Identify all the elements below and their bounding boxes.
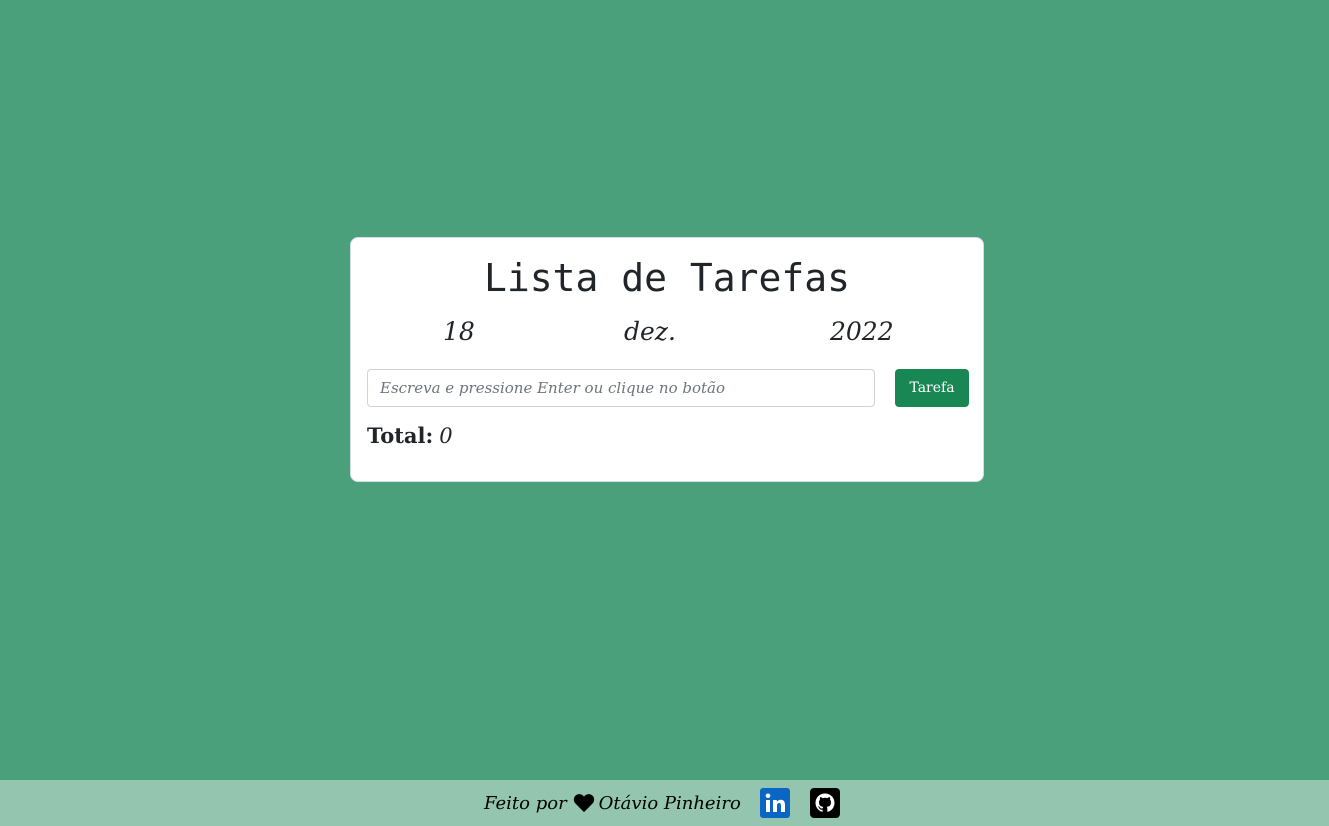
- total-counter: Total: 0: [367, 422, 453, 450]
- date-day: 18: [443, 317, 475, 346]
- footer: Feito por Otávio Pinheiro: [0, 780, 1329, 826]
- made-by-text: Feito por: [484, 792, 567, 814]
- page-title: Lista de Tarefas: [483, 256, 851, 300]
- date-month: dez.: [624, 317, 676, 346]
- todo-card: Lista de Tarefas 18 dez. 2022 Tarefa Tot…: [350, 237, 984, 482]
- footer-credits: Feito por Otávio Pinheiro: [484, 780, 840, 826]
- github-icon[interactable]: [809, 788, 840, 818]
- date-year: 2022: [830, 317, 894, 346]
- task-input[interactable]: [367, 369, 875, 407]
- add-task-button[interactable]: Tarefa: [895, 369, 969, 407]
- heart-icon: [573, 793, 595, 813]
- total-label: Total:: [367, 423, 434, 448]
- author-name: Otávio Pinheiro: [598, 792, 741, 814]
- total-value: 0: [439, 424, 453, 448]
- linkedin-icon[interactable]: [759, 788, 790, 818]
- date-row: 18 dez. 2022: [367, 316, 967, 348]
